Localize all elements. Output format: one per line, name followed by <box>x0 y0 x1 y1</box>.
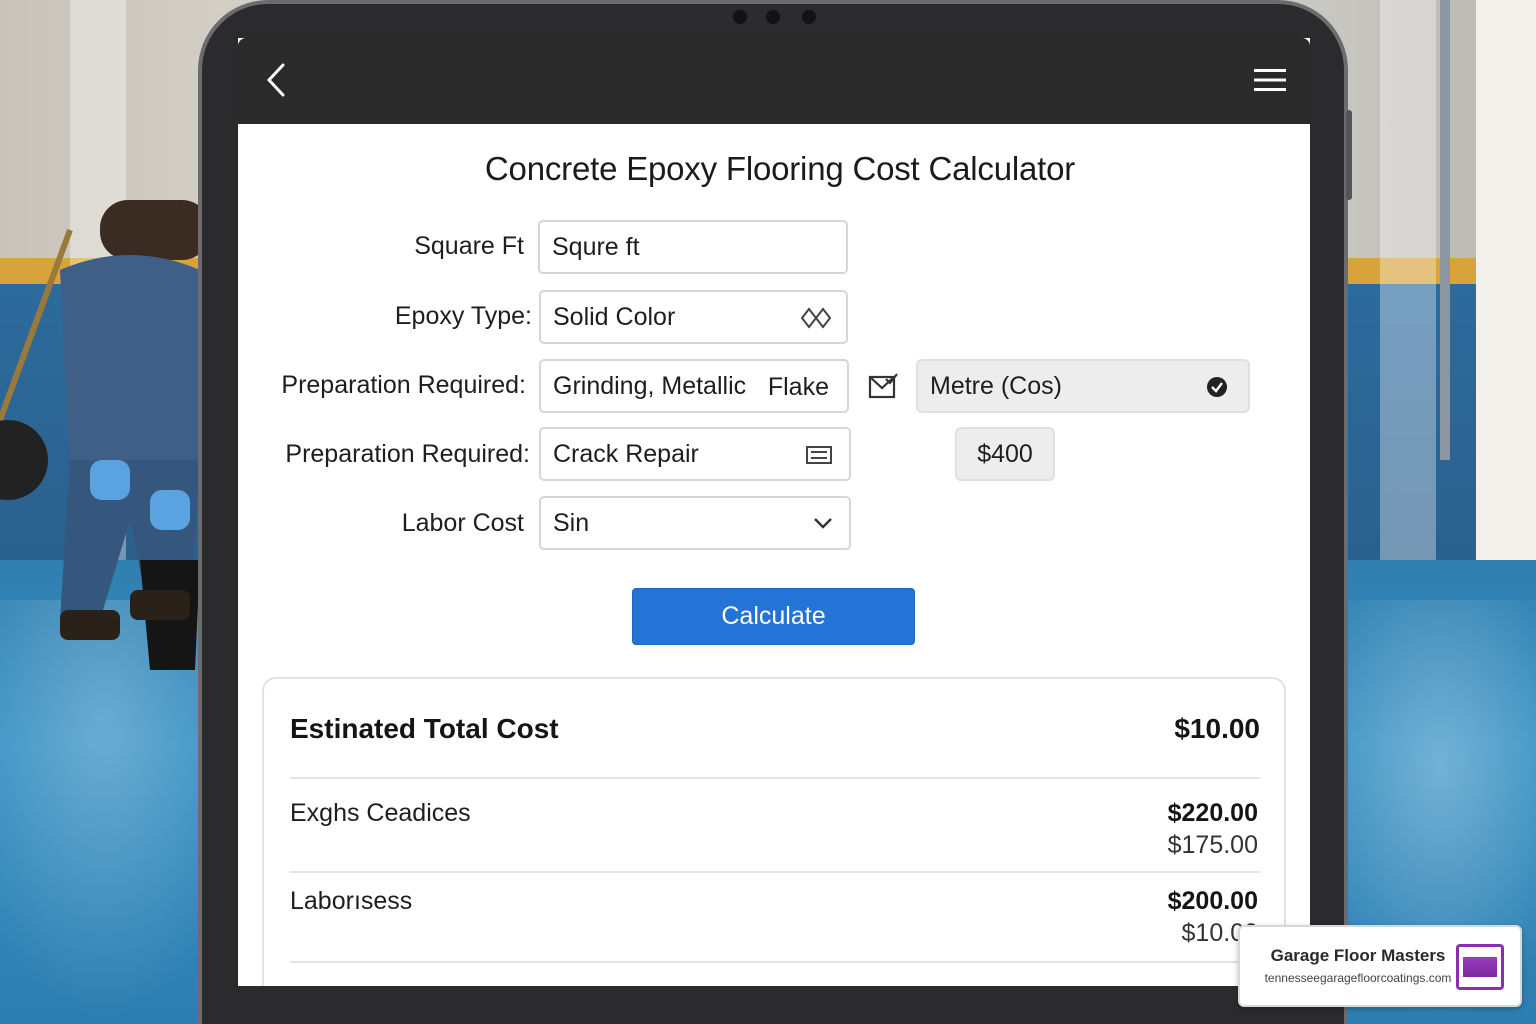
prep-cost-value-box: $400 <box>955 427 1055 481</box>
brand-url: tennesseegaragefloorcoatings.com <box>1264 971 1452 985</box>
list-icon <box>806 446 832 464</box>
tablet-screen: Concrete Epoxy Flooring Cost Calculator … <box>238 38 1310 986</box>
preparation-value-suffix: Flake <box>767 373 829 401</box>
square-ft-input[interactable]: Squre ft <box>538 220 848 274</box>
preparation-label-2: Preparation Required: <box>285 440 530 468</box>
epoxy-type-select[interactable]: Solid Color <box>539 290 848 344</box>
estimated-total-value: $10.00 <box>1174 713 1260 744</box>
preparation-select[interactable]: Grinding, Metallic Flake <box>539 359 849 413</box>
tablet-side-button <box>1346 110 1352 200</box>
unit-select-value: Metre (Cos) <box>930 371 1062 400</box>
divider <box>290 871 1260 873</box>
chevron-left-icon <box>266 63 285 97</box>
epoxy-type-value: Solid Color <box>553 302 676 331</box>
brand-badge: Garage Floor Masters tennesseegaragefloo… <box>1238 925 1522 1007</box>
preparation-label: Preparation Required: <box>281 371 526 399</box>
square-ft-value: Squre ft <box>552 232 640 261</box>
diamond-pattern-icon <box>800 307 832 329</box>
brand-name: Garage Floor Masters <box>1270 946 1446 965</box>
estimated-total-label: Estinated Total Cost <box>290 713 559 744</box>
check-circle-icon <box>1207 377 1227 397</box>
labor-cost-label: Labor Cost <box>401 509 524 537</box>
divider <box>290 777 1260 779</box>
top-navigation-bar <box>238 38 1310 124</box>
prep-cost-value: $400 <box>977 439 1033 468</box>
garage-door <box>1476 0 1536 580</box>
cost-row-label: Exghs Ceadices <box>290 799 471 827</box>
labor-cost-value: Sin <box>553 508 590 537</box>
cost-row-label: Laborısess <box>290 887 413 915</box>
cost-row-main-value: $220.00 <box>1167 799 1258 827</box>
camera-dot <box>802 10 816 24</box>
preparation-select-2[interactable]: Crack Repair <box>539 427 851 481</box>
brand-logo-mark <box>1463 957 1497 977</box>
camera-dot <box>766 10 780 24</box>
menu-button[interactable] <box>1248 60 1292 100</box>
square-ft-label: Square Ft <box>414 232 524 260</box>
preparation-value-2: Crack Repair <box>553 439 699 468</box>
chevron-down-icon <box>814 518 832 529</box>
cost-row-main-value: $200.00 <box>1167 887 1258 915</box>
camera-dot <box>733 10 747 24</box>
calculate-button[interactable]: Calculate <box>632 588 915 645</box>
wall-pipe <box>1440 0 1450 460</box>
hamburger-menu-icon <box>1254 69 1286 91</box>
back-button[interactable] <box>256 60 296 100</box>
preparation-value: Grinding, Metallic <box>553 371 747 400</box>
results-panel: Estinated Total Cost $10.00 Exghs Ceadic… <box>262 677 1286 986</box>
wall-column <box>1380 0 1436 560</box>
worker-figure <box>0 200 210 670</box>
labor-cost-select[interactable]: Sin <box>539 496 851 550</box>
unit-select[interactable]: Metre (Cos) <box>916 359 1250 413</box>
cost-row-sub-value: $175.00 <box>1167 831 1258 859</box>
envelope-check-icon[interactable] <box>868 373 898 401</box>
divider <box>290 961 1260 963</box>
page-title: Concrete Epoxy Flooring Cost Calculator <box>484 150 1076 187</box>
brand-logo <box>1456 944 1504 990</box>
epoxy-type-label: Epoxy Type: <box>394 302 532 330</box>
